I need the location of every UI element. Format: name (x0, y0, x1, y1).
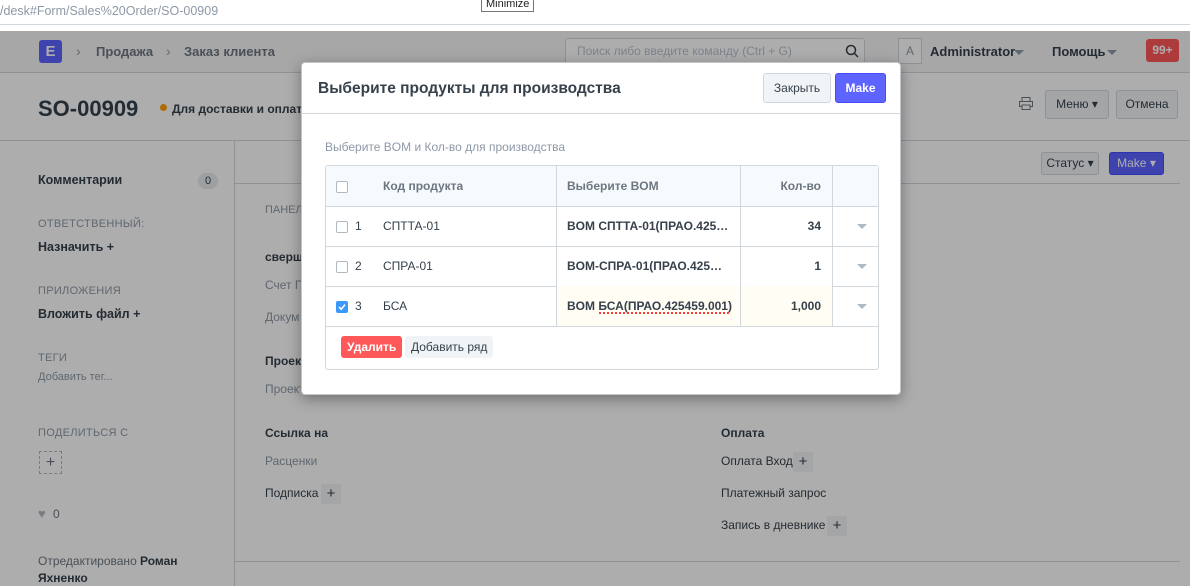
row-index: 1 (355, 219, 362, 233)
browser-url-bar[interactable]: /desk#Form/Sales%20Order/SO-00909 (0, 0, 1190, 25)
item-code-cell[interactable]: СПТТА-01 (383, 206, 440, 246)
divider (832, 166, 833, 326)
item-code-cell[interactable]: БСА (383, 286, 407, 326)
modal-title: Выберите продукты для производства (318, 80, 621, 97)
modal-header: Выберите продукты для производства Закры… (302, 63, 900, 114)
divider (556, 166, 557, 326)
minimize-tooltip: Minimize (481, 0, 535, 12)
row-index: 3 (355, 299, 362, 313)
row-index: 2 (355, 259, 362, 273)
url-text[interactable]: /desk#Form/Sales%20Order/SO-00909 (0, 4, 218, 18)
bom-cell[interactable]: BOM-СПРА-01(ПРАО.425… (567, 246, 737, 286)
section-label: Выберите BOM и Кол-во для производства (325, 140, 566, 154)
table-row[interactable]: 1 СПТТА-01 BOM СПТТА-01(ПРАО.425… 34 (326, 206, 878, 247)
delete-rows-button[interactable]: Удалить (341, 336, 403, 358)
column-bom: Выберите BOM (567, 179, 659, 193)
spellcheck-underline (599, 312, 729, 314)
column-item-code: Код продукта (383, 179, 464, 193)
chevron-down-icon[interactable] (857, 224, 867, 229)
bom-cell[interactable]: BOM БСА(ПРАО.425459.001) (567, 286, 739, 326)
select-all-checkbox[interactable] (336, 181, 348, 193)
make-button[interactable]: Make (835, 73, 886, 103)
chevron-down-icon[interactable] (857, 304, 867, 309)
bom-cell[interactable]: BOM СПТТА-01(ПРАО.425… (567, 206, 737, 246)
qty-cell[interactable]: 34 (741, 206, 821, 246)
divider (740, 166, 741, 326)
qty-cell[interactable]: 1,000 (741, 286, 821, 326)
add-row-button[interactable]: Добавить ряд (405, 336, 494, 358)
table-row[interactable]: 2 СПРА-01 BOM-СПРА-01(ПРАО.425… 1 (326, 246, 878, 287)
chevron-down-icon[interactable] (857, 264, 867, 269)
table-row[interactable]: 3 БСА BOM БСА(ПРАО.425459.001) 1,000 (326, 286, 878, 327)
close-button[interactable]: Закрыть (763, 73, 831, 103)
row-checkbox-checked[interactable] (336, 301, 348, 313)
item-code-cell[interactable]: СПРА-01 (383, 246, 433, 286)
column-qty: Кол-во (780, 179, 821, 193)
items-table: Код продукта Выберите BOM Кол-во 1 СПТТА… (325, 165, 879, 370)
row-checkbox[interactable] (336, 261, 348, 273)
row-checkbox[interactable] (336, 221, 348, 233)
check-icon (338, 304, 346, 311)
qty-cell[interactable]: 1 (741, 246, 821, 286)
select-items-dialog: Выберите продукты для производства Закры… (301, 62, 901, 395)
table-header: Код продукта Выберите BOM Кол-во (326, 166, 878, 207)
